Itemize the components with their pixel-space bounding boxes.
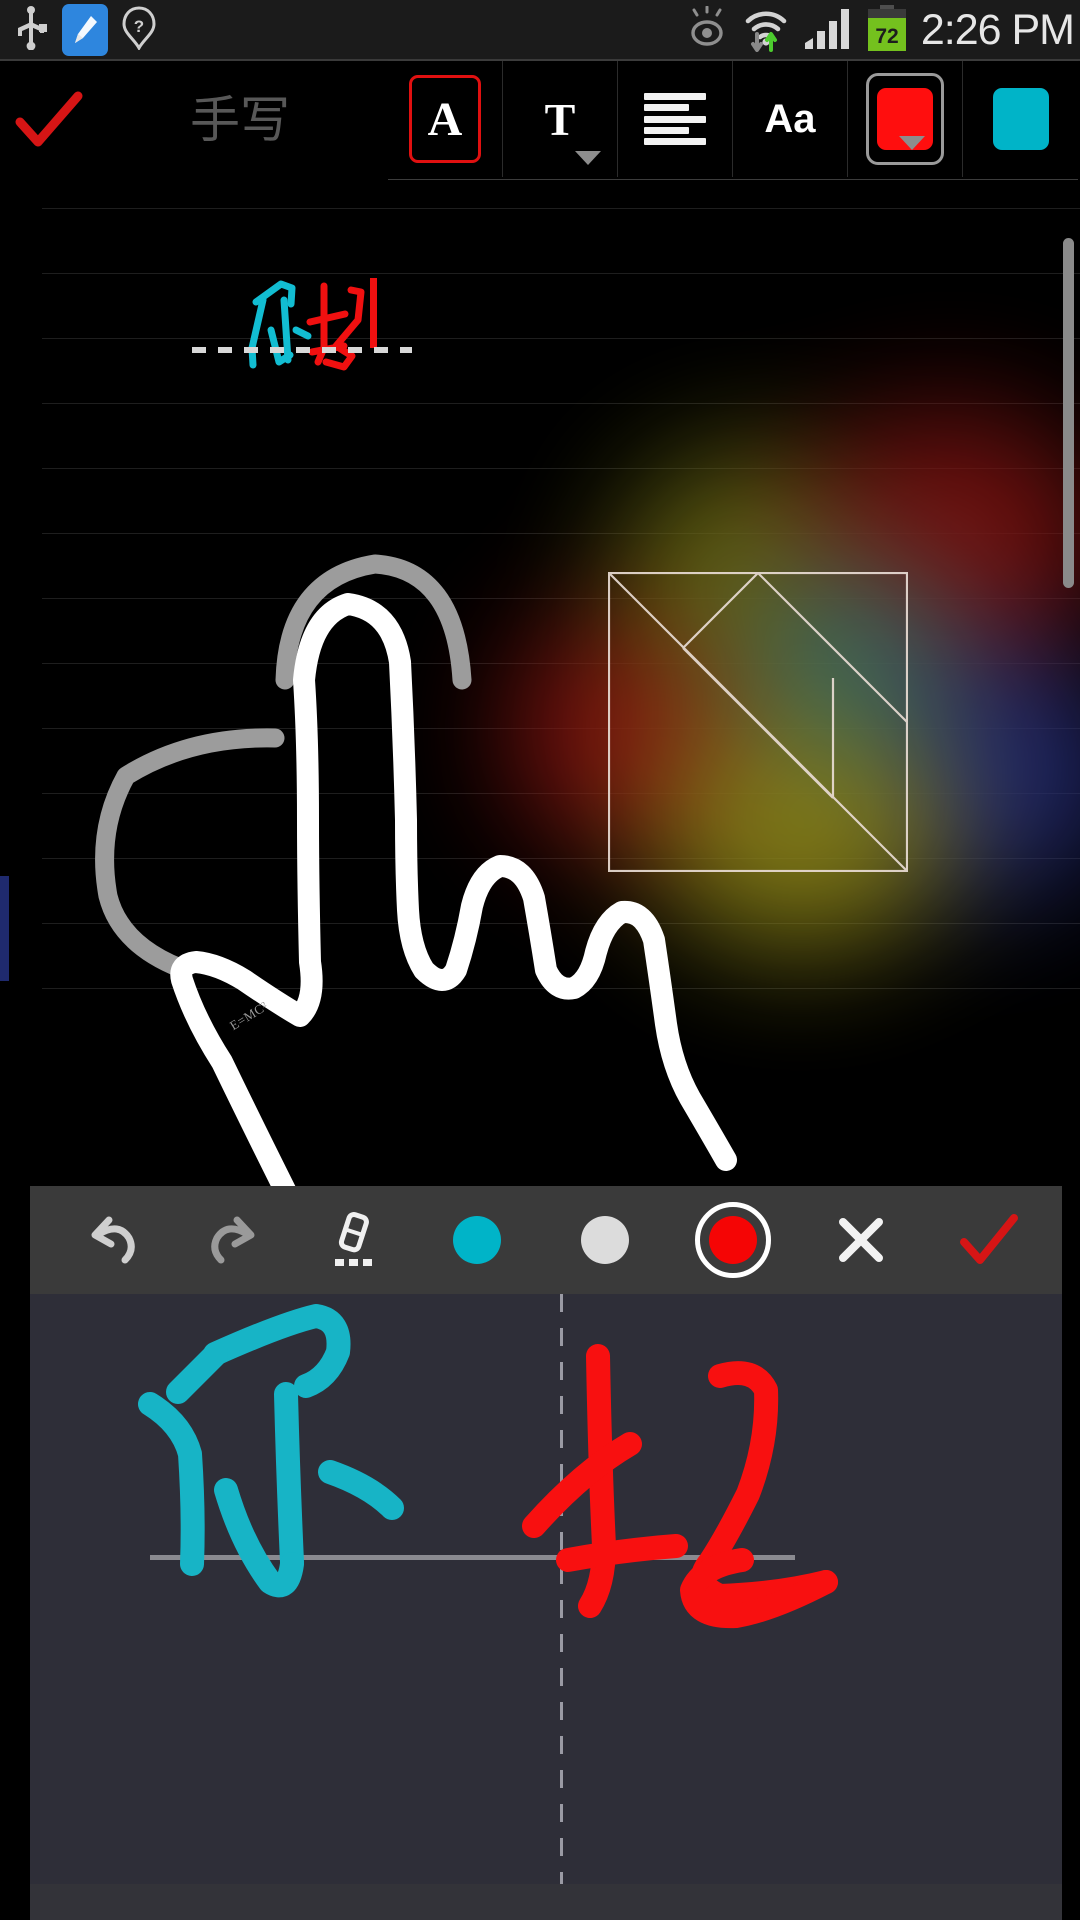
panel-left-edge bbox=[0, 1186, 30, 1920]
highlight-color-swatch bbox=[992, 88, 1049, 150]
color-dot-teal bbox=[453, 1216, 501, 1264]
text-color-selected-frame bbox=[866, 73, 944, 165]
vertical-scrollbar[interactable] bbox=[1063, 238, 1074, 588]
eye-care-icon bbox=[685, 5, 729, 55]
status-bar-clock: 2:26 PM bbox=[920, 6, 1075, 54]
wifi-icon bbox=[742, 4, 790, 57]
eraser-button[interactable] bbox=[298, 1186, 408, 1294]
handwriting-toolbar bbox=[30, 1186, 1062, 1294]
text-style-button[interactable]: A bbox=[388, 61, 503, 177]
note-handwritten-text[interactable] bbox=[0, 180, 1080, 1186]
status-bar: ? 72 2:26 PM bbox=[0, 0, 1080, 60]
font-size-button[interactable]: Aa bbox=[733, 61, 848, 177]
ink-stroke-red bbox=[306, 282, 365, 371]
text-align-button[interactable] bbox=[618, 61, 733, 177]
editor-toolbar: 手写 A T Aa bbox=[0, 60, 1080, 286]
text-color-button[interactable] bbox=[848, 61, 963, 177]
handwriting-input-panel bbox=[0, 1186, 1080, 1920]
signal-bars-icon bbox=[803, 5, 853, 56]
text-format-button-group: A T Aa bbox=[388, 60, 1078, 180]
text-cursor bbox=[370, 278, 377, 348]
cleaner-icon bbox=[62, 4, 108, 56]
undo-button[interactable] bbox=[58, 1186, 168, 1294]
accept-button[interactable] bbox=[934, 1186, 1044, 1294]
battery-icon: 72 bbox=[866, 4, 908, 56]
page-title: 手写 bbox=[190, 91, 290, 149]
handwriting-ink-strokes bbox=[138, 1304, 838, 1629]
redo-button[interactable] bbox=[178, 1186, 288, 1294]
text-align-icon bbox=[644, 93, 706, 145]
note-canvas[interactable]: E=MC² bbox=[0, 180, 1080, 1186]
font-family-button[interactable]: T bbox=[503, 61, 618, 177]
color-red-selected-ring bbox=[695, 1202, 771, 1278]
highlight-color-button[interactable] bbox=[963, 61, 1078, 177]
toolbar-confirm-button[interactable] bbox=[14, 88, 84, 152]
svg-text:?: ? bbox=[134, 17, 144, 36]
ink-glyph-ni bbox=[138, 1304, 404, 1598]
chevron-down-icon bbox=[899, 136, 925, 150]
status-bar-left-icons: ? bbox=[0, 4, 156, 56]
ink-stroke-white-hand bbox=[170, 593, 737, 1186]
close-button[interactable] bbox=[806, 1186, 916, 1294]
handwriting-panel-footer bbox=[30, 1884, 1062, 1920]
panel-right-edge bbox=[1062, 1186, 1080, 1920]
letter-t-icon: T bbox=[544, 93, 576, 145]
phone-screen: ? 72 2:26 PM 手写 A T Aa E=MC² bbox=[0, 0, 1080, 1920]
usb-icon bbox=[14, 5, 48, 55]
left-edge-marker bbox=[0, 876, 9, 981]
color-white-button[interactable] bbox=[550, 1186, 660, 1294]
chevron-down-icon bbox=[575, 151, 601, 165]
battery-level-text: 72 bbox=[875, 25, 898, 48]
font-size-icon: Aa bbox=[764, 96, 816, 141]
ink-glyph-hao bbox=[522, 1344, 838, 1629]
status-bar-right-icons: 72 2:26 PM bbox=[685, 0, 1080, 60]
color-dot-red bbox=[709, 1216, 757, 1264]
letter-a-icon: A bbox=[427, 92, 463, 146]
color-dot-white bbox=[581, 1216, 629, 1264]
color-teal-button[interactable] bbox=[422, 1186, 532, 1294]
color-red-button[interactable] bbox=[678, 1186, 788, 1294]
unknown-network-icon: ? bbox=[122, 5, 156, 55]
handwriting-ink-board[interactable] bbox=[30, 1294, 1062, 1884]
text-style-selected-frame: A bbox=[409, 75, 481, 163]
